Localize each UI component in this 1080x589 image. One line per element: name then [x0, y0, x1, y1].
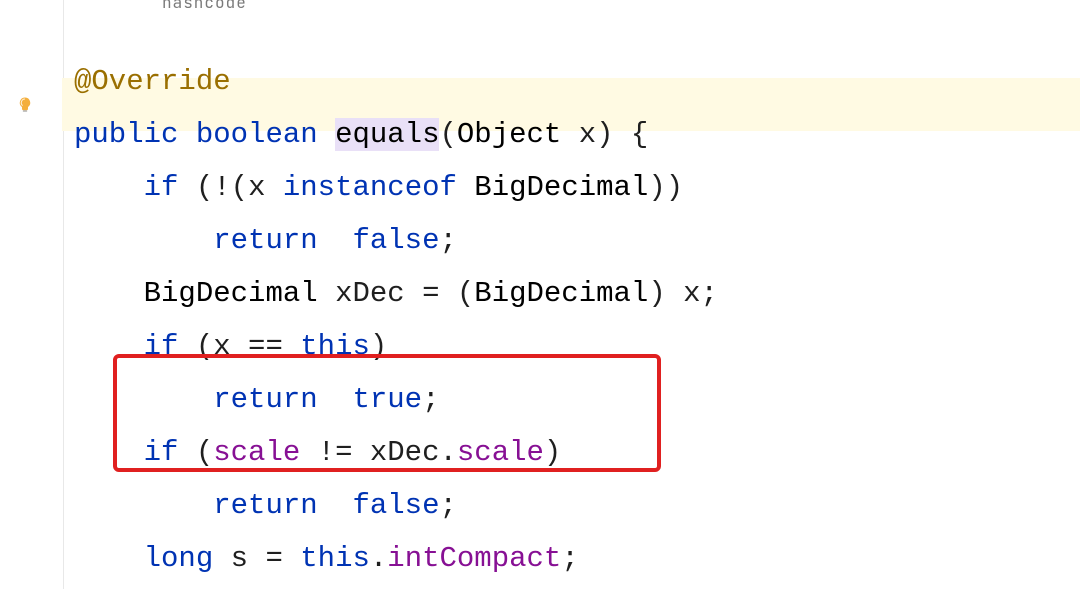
var-x: x [248, 171, 283, 204]
semi: ; [439, 489, 456, 522]
keyword-long: long [144, 542, 214, 575]
keyword-boolean: boolean [196, 118, 318, 151]
prev-method-label: hashcode [162, 0, 247, 13]
code-editor[interactable]: hashcode @Override public boolean equals… [0, 0, 1080, 589]
highlight-box-icon [113, 354, 661, 472]
space [318, 224, 335, 257]
dot: . [370, 542, 387, 575]
rest: ) x; [648, 277, 718, 310]
param-type: Object [457, 118, 561, 151]
keyword-return: return [213, 489, 317, 522]
keyword-public: public [74, 118, 178, 151]
param-name: x [561, 118, 596, 151]
field-intcompact: intCompact [387, 542, 561, 575]
line-10[interactable]: long s = this.intCompact; [74, 542, 579, 575]
intention-bulb-icon[interactable] [16, 96, 34, 114]
lparen: ( [439, 118, 456, 151]
keyword-instanceof: instanceof [283, 171, 457, 204]
line-3[interactable]: if (!(x instanceof BigDecimal)) [74, 171, 683, 204]
keyword-false: false [335, 489, 439, 522]
type-bigdecimal-cast: BigDecimal [474, 277, 648, 310]
keyword-if: if [144, 171, 179, 204]
keyword-this: this [300, 542, 370, 575]
decl: xDec = ( [335, 277, 474, 310]
keyword-false: false [335, 224, 439, 257]
method-name: equals [335, 118, 439, 151]
code-block[interactable]: @Override public boolean equals(Object x… [74, 55, 718, 589]
line-9[interactable]: return false; [74, 489, 457, 522]
gutter [0, 0, 62, 589]
line-2[interactable]: public boolean equals(Object x) { [74, 118, 648, 151]
type-bigdecimal: BigDecimal [144, 277, 335, 310]
line-4[interactable]: return false; [74, 224, 457, 257]
annotation: @Override [74, 65, 231, 98]
line-5[interactable]: BigDecimal xDec = (BigDecimal) x; [74, 277, 718, 310]
lparen-not: (!( [178, 171, 248, 204]
space [318, 489, 335, 522]
keyword-return: return [213, 224, 317, 257]
semi: ; [439, 224, 456, 257]
rparen-brace: ) { [596, 118, 648, 151]
line-1[interactable]: @Override [74, 65, 231, 98]
decl-s: s = [213, 542, 300, 575]
type-bigdecimal: BigDecimal [457, 171, 648, 204]
rparen: )) [648, 171, 683, 204]
semi: ; [561, 542, 578, 575]
